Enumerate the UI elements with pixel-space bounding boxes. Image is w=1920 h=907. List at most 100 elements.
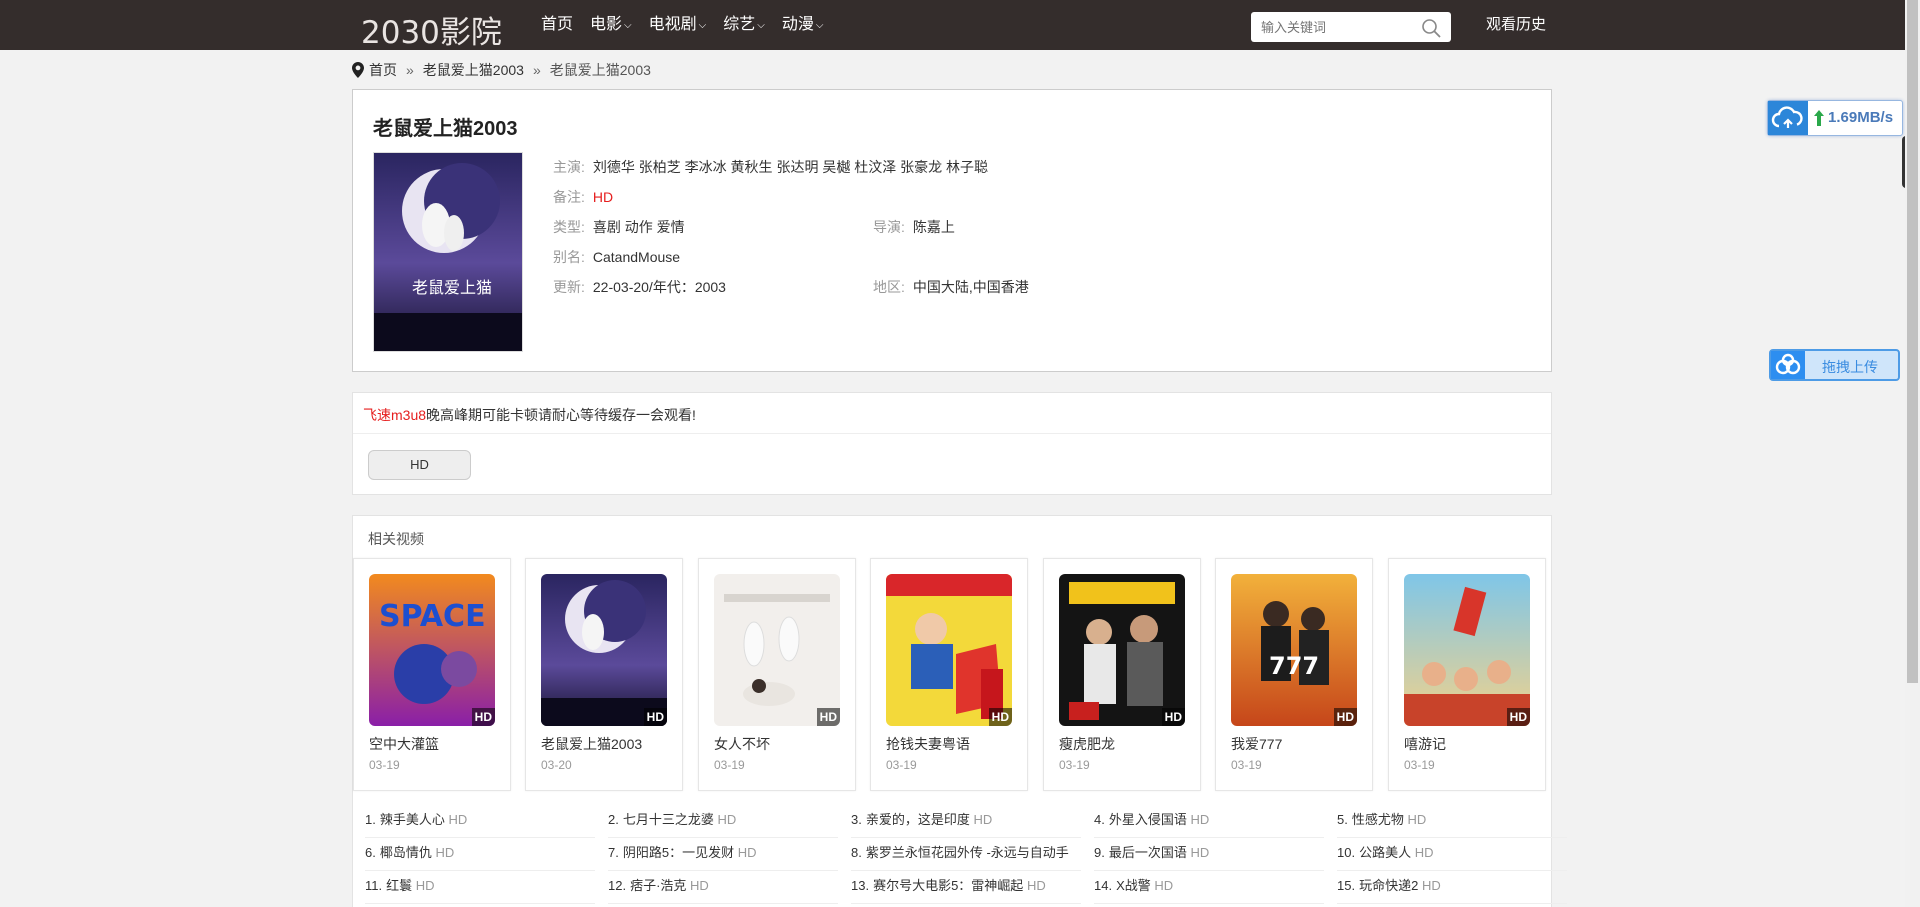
drag-upload-widget[interactable]: 拖拽上传 xyxy=(1769,349,1900,381)
video-title: 老鼠爱上猫2003 xyxy=(373,118,518,140)
genre-value[interactable]: 喜剧 动作 爱情 xyxy=(593,219,685,235)
update-value: 22-03-20/年代：2003 xyxy=(592,279,726,295)
director-value: 陈嘉上 xyxy=(912,219,955,235)
video-date: 03-20 xyxy=(541,758,572,772)
nav-home-label: 首页 xyxy=(541,16,574,33)
rank-num: 3. xyxy=(851,812,862,827)
video-name: 抢钱夫妻粤语 xyxy=(886,736,970,752)
watch-history-link[interactable]: 观看历史 xyxy=(1486,0,1546,50)
rank-name: 红鬟 xyxy=(386,878,413,893)
rank-name: 紫罗兰永恒花园外传 -永远与自动手 xyxy=(865,845,1069,860)
poster-image: 老鼠爱上猫 xyxy=(374,153,522,351)
video-poster[interactable]: 老鼠爱上猫 xyxy=(373,152,523,352)
rank-tag: HD xyxy=(415,878,435,893)
scrollbar-thumb[interactable] xyxy=(1907,0,1918,683)
remark-row: 备注: HD xyxy=(553,187,613,207)
rank-tag: HD xyxy=(1026,878,1046,893)
breadcrumb-home[interactable]: 首页 xyxy=(369,60,397,80)
quality-badge: HD xyxy=(1333,708,1357,726)
rank-tag: HD xyxy=(1407,812,1427,827)
ranking-item[interactable]: 2. 七月十三之龙婆 HD xyxy=(608,805,838,838)
related-video-item[interactable]: SPACE HD 空中大灌篮 03-19 xyxy=(353,558,511,791)
ranking-item[interactable]: 1. 辣手美人心 HD xyxy=(365,805,595,838)
breadcrumb: 首页 » 老鼠爱上猫2003 » 老鼠爱上猫2003 xyxy=(352,60,651,80)
quality-badge: HD xyxy=(643,708,667,726)
svg-text:777: 777 xyxy=(1269,652,1319,680)
ranking-item[interactable]: 7. 阴阳路5：一见发财 HD xyxy=(608,838,838,871)
episode-button[interactable]: HD xyxy=(368,450,471,480)
nav-home[interactable]: 首页 xyxy=(541,0,573,50)
related-video-item[interactable]: HD 嘻游记 03-19 xyxy=(1388,558,1546,791)
region-row: 地区: 中国大陆,中国香港 xyxy=(873,277,1029,297)
arrow-up-icon xyxy=(1814,110,1824,126)
rank-num: 13. xyxy=(851,878,870,893)
play-notice: 飞速m3u8晚高峰期可能卡顿请耐心等待缓存一会观看! xyxy=(363,405,696,425)
nav-anime[interactable]: 动漫 ⌵ xyxy=(782,0,824,50)
remark-label: 备注: xyxy=(553,189,585,205)
rank-num: 7. xyxy=(608,845,619,860)
related-video-item[interactable]: HD 瘦虎肥龙 03-19 xyxy=(1043,558,1201,791)
play-notice-text: 晚高峰期可能卡顿请耐心等待缓存一会观看! xyxy=(426,407,696,423)
ranking-item[interactable]: 8. 紫罗兰永恒花园外传 -永远与自动手 xyxy=(851,838,1081,871)
rank-num: 8. xyxy=(851,845,862,860)
breadcrumb-separator: » xyxy=(532,62,541,78)
quality-badge: HD xyxy=(1161,708,1185,726)
location-pin-icon xyxy=(352,62,364,78)
ranking-item[interactable]: 12. 痞子·浩克 HD xyxy=(608,871,838,904)
site-logo[interactable]: 2030影院 xyxy=(361,7,502,52)
rank-tag: HD xyxy=(717,812,737,827)
nav-movies[interactable]: 电影 ⌵ xyxy=(590,0,632,50)
ranking-item[interactable]: 6. 椰岛情仇 HD xyxy=(365,838,595,871)
nav-anime-label: 动漫 xyxy=(781,16,814,33)
director-label: 导演: xyxy=(873,219,905,235)
play-source-card: 飞速m3u8晚高峰期可能卡顿请耐心等待缓存一会观看! HD xyxy=(352,392,1552,495)
rank-num: 6. xyxy=(365,845,376,860)
top-navbar: 2030影院 首页 电影⌵ 电视剧⌵ 综艺⌵ 动漫⌵ 观看历史 xyxy=(0,0,1905,52)
video-date: 03-19 xyxy=(886,758,917,772)
related-video-item[interactable]: HD 老鼠爱上猫2003 03-20 xyxy=(525,558,683,791)
nav-tv[interactable]: 电视剧 ⌵ xyxy=(649,0,707,50)
breadcrumb-separator: » xyxy=(406,62,414,78)
ranking-item[interactable]: 13. 赛尔号大电影5：雷神崛起 HD xyxy=(851,871,1081,904)
search-input[interactable] xyxy=(1251,12,1411,42)
related-video-item[interactable]: 777 HD 我爱777 03-19 xyxy=(1215,558,1373,791)
download-speed-widget[interactable]: 1.69MB/s xyxy=(1767,100,1903,136)
upload-cloud-icon xyxy=(1771,351,1805,379)
ranking-item[interactable]: 10. 公路美人 HD xyxy=(1337,838,1567,871)
ranking-item[interactable]: 5. 性感尤物 HD xyxy=(1337,805,1567,838)
ranking-item[interactable]: 4. 外星入侵国语 HD xyxy=(1094,805,1324,838)
ranking-item[interactable]: 3. 亲爱的，这是印度 HD xyxy=(851,805,1081,838)
rank-num: 5. xyxy=(1337,812,1348,827)
ranking-item[interactable]: 14. X战警 HD xyxy=(1094,871,1324,904)
related-video-item[interactable]: HD 抢钱夫妻粤语 03-19 xyxy=(870,558,1028,791)
video-date: 03-19 xyxy=(714,758,745,772)
breadcrumb-level1[interactable]: 老鼠爱上猫2003 xyxy=(423,60,524,80)
rank-name: 最后一次国语 xyxy=(1108,845,1187,860)
video-date: 03-19 xyxy=(1404,758,1435,772)
video-date: 03-19 xyxy=(369,758,400,772)
chevron-down-icon: ⌵ xyxy=(757,20,765,31)
alias-value: CatandMouse xyxy=(592,249,681,265)
related-video-item[interactable]: HD 女人不坏 03-19 xyxy=(698,558,856,791)
alias-row: 别名: CatandMouse xyxy=(553,247,680,267)
video-thumbnail: HD xyxy=(1404,574,1530,726)
ranking-item[interactable]: 15. 玩命快递2 HD xyxy=(1337,871,1567,904)
video-detail-card: 老鼠爱上猫2003 老鼠爱上猫 主演: 刘德华 张柏芝 李冰冰 黄秋生 张达明 吴… xyxy=(352,89,1552,372)
page-scrollbar[interactable] xyxy=(1905,0,1920,907)
video-thumbnail: SPACE HD xyxy=(369,574,495,726)
update-row: 更新: 22-03-20/年代：2003 xyxy=(553,277,726,297)
video-thumbnail: HD xyxy=(886,574,1012,726)
nav-variety[interactable]: 综艺 ⌵ xyxy=(723,0,765,50)
ranking-item[interactable]: 11. 红鬟 HD xyxy=(365,871,595,904)
search-icon[interactable] xyxy=(1421,18,1441,38)
cast-value: 刘德华 张柏芝 李冰冰 黄秋生 张达明 吴樾 杜汶泽 张豪龙 林子聪 xyxy=(592,159,989,175)
remark-value: HD xyxy=(592,189,614,205)
ranking-item[interactable]: 9. 最后一次国语 HD xyxy=(1094,838,1324,871)
drag-upload-label: 拖拽上传 xyxy=(1822,359,1878,375)
rank-name: X战警 xyxy=(1116,878,1151,893)
play-source-name: 飞速m3u8 xyxy=(363,407,427,423)
video-thumbnail: HD xyxy=(714,574,840,726)
chevron-down-icon: ⌵ xyxy=(624,20,632,31)
cast-row: 主演: 刘德华 张柏芝 李冰冰 黄秋生 张达明 吴樾 杜汶泽 张豪龙 林子聪 xyxy=(553,157,988,177)
video-name: 嘻游记 xyxy=(1404,736,1446,752)
